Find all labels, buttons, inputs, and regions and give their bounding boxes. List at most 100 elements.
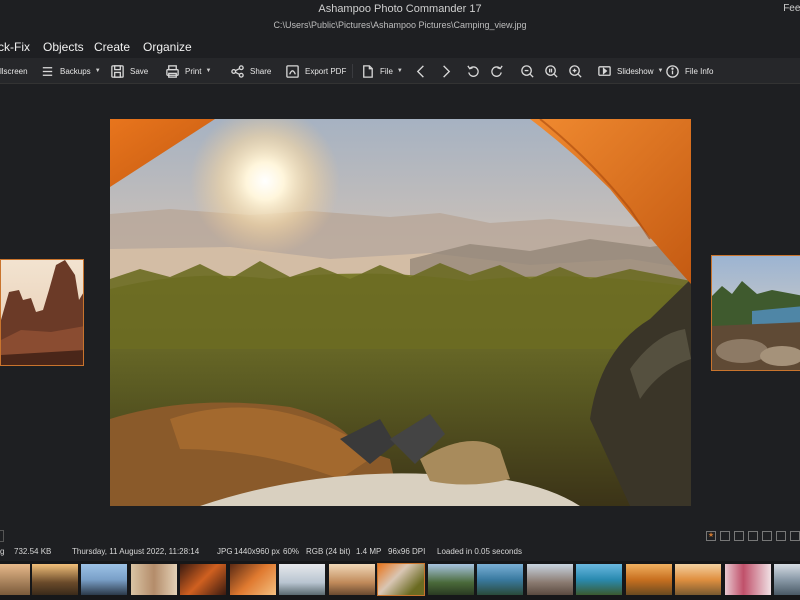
status-partial: g <box>0 547 5 556</box>
chevron-down-icon: ▼ <box>657 68 664 74</box>
file-size: 732.54 KB <box>14 547 52 556</box>
filmstrip-thumbnail[interactable] <box>230 564 276 595</box>
rock-formation-photo <box>1 260 83 365</box>
zoom-in-icon <box>569 64 582 78</box>
slideshow-icon <box>598 65 611 76</box>
file-icon <box>363 64 373 78</box>
info-icon <box>666 64 679 78</box>
fullscreen-button[interactable]: llscreen <box>0 62 28 80</box>
menu-bar: ck-Fix Objects Create Organize <box>0 36 800 58</box>
previous-button[interactable] <box>414 62 429 80</box>
chevron-down-icon: ▼ <box>205 68 212 74</box>
file-label: File <box>380 66 393 76</box>
rotate-left-icon <box>467 65 479 77</box>
megapixels: 1.4 MP <box>356 547 382 556</box>
rating-5-icon[interactable] <box>762 531 772 541</box>
lake-forest-photo <box>712 256 800 370</box>
filmstrip-thumbnail[interactable] <box>329 564 375 595</box>
pdf-icon <box>286 64 299 78</box>
image-viewer[interactable] <box>0 85 800 530</box>
image-dimensions: 1440x960 px <box>234 547 280 556</box>
file-date: Thursday, 11 August 2022, 11:28:14 <box>72 547 200 556</box>
panel-toggle[interactable] <box>0 530 4 542</box>
rotate-right-icon <box>491 65 503 77</box>
filmstrip-thumbnail[interactable] <box>0 564 30 595</box>
status-bar: g 732.54 KB Thursday, 11 August 2022, 11… <box>0 544 800 560</box>
filmstrip-thumbnail[interactable] <box>279 564 325 595</box>
slideshow-label: Slideshow <box>617 66 654 76</box>
next-button[interactable] <box>438 62 453 80</box>
previous-image-preview[interactable] <box>0 259 84 366</box>
zoom-in-button[interactable] <box>568 62 583 80</box>
chevron-right-icon <box>443 64 451 78</box>
backups-icon <box>42 66 53 76</box>
menu-organize[interactable]: Organize <box>143 40 192 54</box>
rating-icons: ★ <box>706 531 800 541</box>
export-pdf-button[interactable]: Export PDF <box>285 62 346 80</box>
title-bar: Ashampoo Photo Commander 17 C:\Users\Pub… <box>0 0 800 36</box>
rating-4-icon[interactable] <box>748 531 758 541</box>
slideshow-button[interactable]: Slideshow ▼ <box>597 62 663 80</box>
next-image-preview[interactable] <box>711 255 800 371</box>
export-pdf-label: Export PDF <box>305 66 347 76</box>
fullscreen-label: llscreen <box>0 66 28 76</box>
backups-label: Backups <box>60 66 91 76</box>
file-info-label: File Info <box>685 66 714 76</box>
file-path: C:\Users\Public\Pictures\Ashampoo Pictur… <box>273 20 527 30</box>
filmstrip <box>0 561 800 600</box>
menu-quick-fix[interactable]: ck-Fix <box>0 40 30 54</box>
rotate-left-button[interactable] <box>466 62 481 80</box>
zoom-level: 60% <box>283 547 300 556</box>
filmstrip-thumbnail[interactable] <box>626 564 672 595</box>
chevron-left-icon <box>416 64 424 78</box>
chevron-down-icon: ▼ <box>396 68 403 74</box>
printer-icon <box>166 64 179 78</box>
zoom-out-icon <box>521 64 534 78</box>
filmstrip-thumbnail[interactable] <box>131 564 177 595</box>
file-info-button[interactable]: File Info <box>665 62 713 80</box>
filmstrip-thumbnail[interactable] <box>81 564 127 595</box>
zoom-actual-size-button[interactable] <box>544 62 559 80</box>
print-label: Print <box>185 66 202 76</box>
rating-2-icon[interactable] <box>720 531 730 541</box>
file-format: JPG <box>217 547 233 556</box>
feedback-link[interactable]: Feed <box>783 3 800 14</box>
main-photo[interactable] <box>110 119 691 506</box>
share-button[interactable]: Share <box>230 62 271 80</box>
app-title: Ashampoo Photo Commander 17 <box>318 3 482 15</box>
star-icon[interactable]: ★ <box>706 531 716 541</box>
filmstrip-thumbnail[interactable] <box>527 564 573 595</box>
save-button[interactable]: Save <box>110 62 148 80</box>
filmstrip-thumbnail[interactable] <box>428 564 474 595</box>
actual-size-icon <box>545 64 558 78</box>
filmstrip-thumbnail[interactable] <box>576 564 622 595</box>
dpi: 96x96 DPI <box>388 547 426 556</box>
filmstrip-thumbnail[interactable] <box>32 564 78 595</box>
rating-7-icon[interactable] <box>790 531 800 541</box>
menu-create[interactable]: Create <box>94 40 130 54</box>
filmstrip-thumbnail[interactable] <box>180 564 226 595</box>
backups-button[interactable]: Backups ▼ <box>40 62 101 80</box>
rotate-right-button[interactable] <box>489 62 504 80</box>
rating-6-icon[interactable] <box>776 531 786 541</box>
filmstrip-thumbnail-selected[interactable] <box>377 563 425 596</box>
zoom-out-button[interactable] <box>520 62 535 80</box>
toolbar-divider <box>352 64 353 78</box>
rating-3-icon[interactable] <box>734 531 744 541</box>
load-time: Loaded in 0.05 seconds <box>437 547 522 556</box>
share-icon <box>231 64 244 78</box>
filmstrip-thumbnail[interactable] <box>725 564 771 595</box>
color-mode: RGB (24 bit) <box>306 547 351 556</box>
print-button[interactable]: Print ▼ <box>165 62 211 80</box>
chevron-down-icon: ▼ <box>94 68 101 74</box>
camping-view-photo <box>110 119 691 506</box>
filmstrip-thumbnail[interactable] <box>477 564 523 595</box>
filmstrip-thumbnail[interactable] <box>675 564 721 595</box>
menu-objects[interactable]: Objects <box>43 40 84 54</box>
file-menu-button[interactable]: File ▼ <box>360 62 403 80</box>
save-icon <box>111 64 124 78</box>
share-label: Share <box>250 66 272 76</box>
save-label: Save <box>130 66 149 76</box>
toolbar: llscreen Backups ▼ Save Print ▼ Share Ex… <box>0 58 800 84</box>
filmstrip-thumbnail[interactable] <box>774 564 800 595</box>
